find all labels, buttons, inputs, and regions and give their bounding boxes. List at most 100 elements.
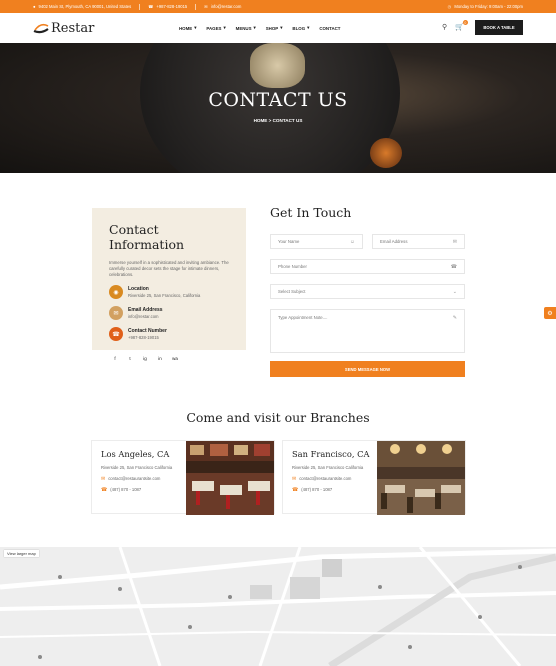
phone-input[interactable]: Phone Number ☎ xyxy=(270,259,465,274)
hours-text: Monday to Friday: 9:00am - 22:00pm xyxy=(454,4,523,9)
email-label: Email Address xyxy=(128,307,163,313)
branches-title: Come and visit our Branches xyxy=(186,410,370,425)
logo-icon xyxy=(33,23,49,34)
location-label: Location xyxy=(128,286,149,292)
branch-interior-image xyxy=(186,441,274,515)
phone-icon: ☎ xyxy=(292,486,299,493)
phone-label: Contact Number xyxy=(128,328,167,334)
name-placeholder: Your Name xyxy=(278,239,300,244)
chevron-down-icon: ▾ xyxy=(194,25,197,30)
twitter-icon[interactable]: t xyxy=(124,353,136,364)
branch-address: Riverside 25, San Francisco California xyxy=(292,465,364,470)
nav-item-blog[interactable]: BLOG xyxy=(292,26,305,31)
subject-select[interactable]: Select Subject ⌄ xyxy=(270,284,465,299)
branch-interior-image xyxy=(377,441,465,515)
address-item: ● 9402 Main St, Plymouth, CA 90001, Unite… xyxy=(33,4,131,9)
email-input[interactable]: Email Address ✉ xyxy=(372,234,465,249)
hours-item: ◷ Monday to Friday: 9:00am - 22:00pm xyxy=(448,4,523,9)
settings-side-icon[interactable]: ⚙ xyxy=(544,307,556,319)
email-icon: ✉ xyxy=(204,4,208,9)
phone-icon: ☎ xyxy=(101,486,108,493)
name-input[interactable]: Your Name ☺ xyxy=(270,234,363,249)
contact-phone: ☎ Contact Number +987-828-19015 xyxy=(109,327,229,341)
address-text: 9402 Main St, Plymouth, CA 90001, United… xyxy=(38,4,132,9)
page-title: CONTACT US xyxy=(208,89,348,111)
chevron-down-icon: ▾ xyxy=(223,25,226,30)
logo-text: Restar xyxy=(51,20,95,36)
pencil-icon: ✎ xyxy=(452,315,457,321)
branch-phone[interactable]: ☎ (487) 870 - 1087 xyxy=(101,487,185,493)
nav-item-shop[interactable]: SHOP xyxy=(266,26,278,31)
chevron-down-icon: ▾ xyxy=(280,25,283,30)
email-item[interactable]: ✉ info@restar.com xyxy=(204,4,241,9)
nav-item-pages[interactable]: PAGES xyxy=(206,26,221,31)
breadcrumb[interactable]: HOME > CONTACT US xyxy=(0,118,556,123)
phone-icon: ☎ xyxy=(450,263,457,270)
contact-info-description: Immerse yourself in a sophisticated and … xyxy=(109,260,229,277)
branch-phone-text[interactable]: (487) 870 - 1087 xyxy=(301,487,332,492)
divider xyxy=(195,3,197,10)
chevron-down-icon: ▾ xyxy=(307,25,310,30)
view-larger-map-link[interactable]: View larger map xyxy=(4,550,39,557)
send-message-button[interactable]: SEND MESSAGE NOW xyxy=(270,361,465,377)
cart-icon[interactable]: 🛒 0 xyxy=(455,20,468,31)
branch-card-san-francisco: San Francisco, CA Riverside 25, San Fran… xyxy=(282,440,466,515)
phone-value[interactable]: +987-828-19015 xyxy=(128,335,167,340)
chevron-down-icon: ▾ xyxy=(253,25,256,30)
location-map[interactable]: View larger map xyxy=(0,547,556,666)
envelope-icon: ✉ xyxy=(101,475,106,482)
branch-email-text[interactable]: contact@restaurantsite.com xyxy=(299,476,351,481)
contact-email: ✉ Email Address info@restar.com xyxy=(109,306,229,320)
map-canvas[interactable] xyxy=(0,547,556,666)
nav-icons: ⚲ 🛒 0 xyxy=(442,20,468,31)
branch-address: Riverside 25, San Francisco California xyxy=(101,465,173,470)
email-value[interactable]: info@restar.com xyxy=(128,314,163,319)
nav-item-contact[interactable]: CONTACT xyxy=(319,26,340,31)
chevron-down-icon: ⌄ xyxy=(452,288,457,295)
email-icon: ✉ xyxy=(109,306,123,320)
contact-info-card: Contact Information Immerse yourself in … xyxy=(92,208,246,364)
phone-icon: ☎ xyxy=(109,327,123,341)
top-bar: ● 9402 Main St, Plymouth, CA 90001, Unite… xyxy=(0,0,556,13)
book-table-button[interactable]: BOOK A TABLE xyxy=(475,20,523,35)
branch-city: Los Angeles, CA xyxy=(101,449,170,459)
contact-location: ◉ Location Riverside 25, San Francisco, C… xyxy=(109,285,229,299)
branch-city: San Francisco, CA xyxy=(292,449,370,459)
phone-placeholder: Phone Number xyxy=(278,264,307,269)
hero-garnish-image xyxy=(370,138,402,168)
location-value: Riverside 25, San Francisco, California xyxy=(128,293,201,298)
linkedin-icon[interactable]: in xyxy=(154,353,166,364)
divider xyxy=(139,3,141,10)
social-links: f t ig in wa xyxy=(109,353,229,364)
nav-item-menus[interactable]: MENUS xyxy=(236,26,252,31)
contact-info-title: Contact Information xyxy=(109,222,185,252)
subject-placeholder: Select Subject xyxy=(278,289,306,294)
branch-email[interactable]: ✉ contact@restaurantsite.com xyxy=(101,476,185,482)
branch-email[interactable]: ✉ contact@restaurantsite.com xyxy=(292,476,376,482)
phone-item[interactable]: ☎ +987-828-19015 xyxy=(148,4,187,9)
note-placeholder: Type Appointment Note.... xyxy=(278,315,328,320)
location-icon: ◉ xyxy=(109,285,123,299)
form-title: Get In Touch xyxy=(270,205,352,220)
branch-phone[interactable]: ☎ (487) 870 - 1087 xyxy=(292,487,376,493)
branch-email-text[interactable]: contact@restaurantsite.com xyxy=(108,476,160,481)
email-text[interactable]: info@restar.com xyxy=(211,4,242,9)
logo[interactable]: Restar xyxy=(33,21,94,36)
whatsapp-icon[interactable]: wa xyxy=(169,353,181,364)
phone-text[interactable]: +987-828-19015 xyxy=(156,4,187,9)
location-icon: ● xyxy=(33,4,36,9)
main-nav: Restar HOME ▾ PAGES ▾ MENUS ▾ SHOP ▾ BLOG ▾ CONTAC… xyxy=(0,13,556,43)
note-textarea[interactable]: Type Appointment Note.... ✎ xyxy=(270,309,465,353)
search-icon[interactable]: ⚲ xyxy=(442,23,447,31)
branch-card-los-angeles: Los Angeles, CA Riverside 25, San Franci… xyxy=(91,440,275,515)
clock-icon: ◷ xyxy=(447,4,452,9)
instagram-icon[interactable]: ig xyxy=(139,353,151,364)
facebook-icon[interactable]: f xyxy=(109,353,121,364)
nav-item-home[interactable]: HOME xyxy=(179,26,192,31)
envelope-icon: ✉ xyxy=(452,238,457,245)
cart-count-badge: 0 xyxy=(462,20,468,25)
user-icon: ☺ xyxy=(349,238,355,245)
branch-phone-text[interactable]: (487) 870 - 1087 xyxy=(110,487,141,492)
hero-food-image xyxy=(250,43,305,88)
phone-icon: ☎ xyxy=(148,4,154,9)
